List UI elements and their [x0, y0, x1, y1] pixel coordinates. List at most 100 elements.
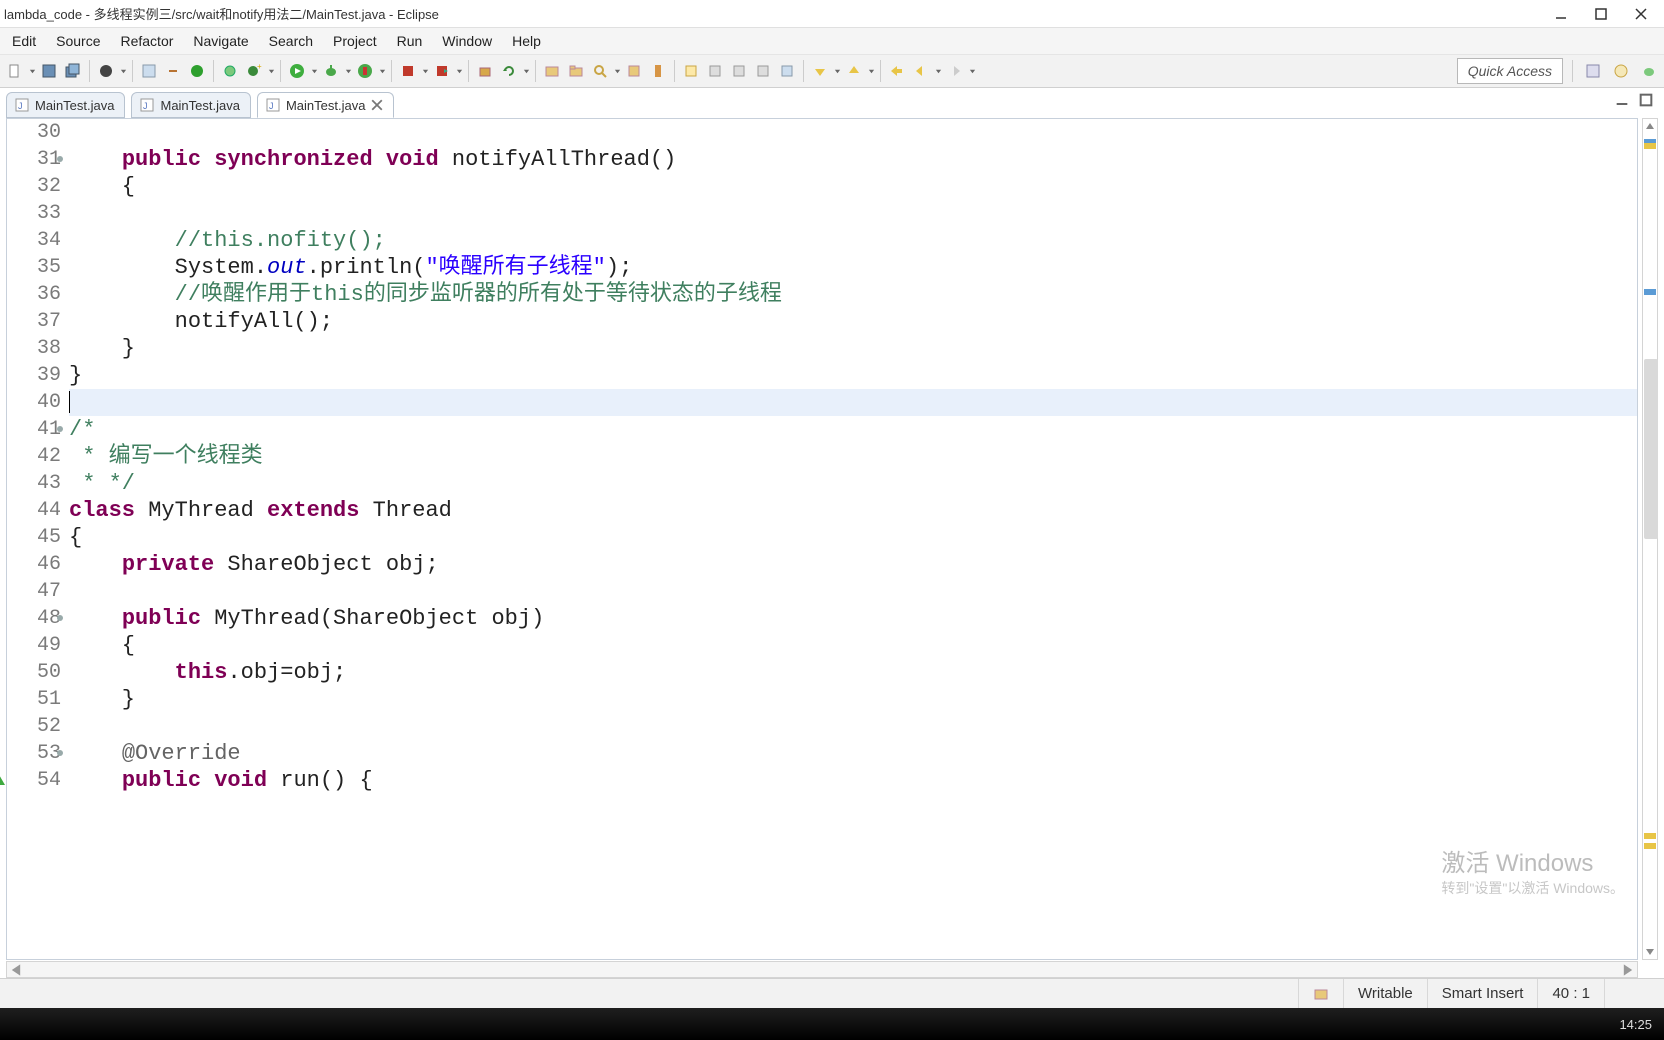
link-icon[interactable] [162, 60, 184, 82]
dropdown-icon[interactable] [28, 68, 36, 75]
forward-icon[interactable] [944, 60, 966, 82]
build-icon[interactable] [95, 60, 117, 82]
new-class-icon[interactable]: + [243, 60, 265, 82]
toolbar-separator [1572, 60, 1573, 82]
dropdown-icon[interactable] [934, 68, 942, 75]
external-tools-icon[interactable] [354, 60, 376, 82]
coverage-icon[interactable] [186, 60, 208, 82]
tab-label: MainTest.java [160, 98, 239, 113]
marker-icon [1644, 833, 1656, 839]
outline-icon[interactable] [752, 60, 774, 82]
dropdown-icon[interactable] [833, 68, 841, 75]
menu-search[interactable]: Search [259, 28, 323, 54]
toggle-mark-icon[interactable] [680, 60, 702, 82]
format-icon[interactable] [728, 60, 750, 82]
bookmark-icon[interactable] [647, 60, 669, 82]
dropdown-icon[interactable] [455, 68, 463, 75]
menu-edit[interactable]: Edit [2, 28, 46, 54]
block-icon[interactable] [776, 60, 798, 82]
taskbar[interactable]: 14:25 [0, 1008, 1664, 1040]
toolbar: + Quick Access [0, 54, 1664, 88]
dropdown-icon[interactable] [867, 68, 875, 75]
search-icon[interactable] [589, 60, 611, 82]
editor-tab[interactable]: J MainTest.java [131, 92, 250, 118]
horizontal-scrollbar[interactable] [6, 961, 1638, 978]
relaunch-icon[interactable] [431, 60, 453, 82]
save-icon[interactable] [38, 60, 60, 82]
toolbar-separator [535, 60, 536, 82]
quick-access-input[interactable]: Quick Access [1457, 58, 1563, 84]
status-bar: Writable Smart Insert 40 : 1 [0, 978, 1664, 1008]
marker-icon [1644, 143, 1656, 149]
menu-navigate[interactable]: Navigate [183, 28, 258, 54]
overview-ruler[interactable] [1642, 118, 1658, 960]
scroll-down-icon[interactable] [1645, 947, 1655, 957]
open-type-icon[interactable] [541, 60, 563, 82]
open-perspective-icon[interactable] [1582, 60, 1604, 82]
refresh-icon[interactable] [498, 60, 520, 82]
dropdown-icon[interactable] [119, 68, 127, 75]
menu-project[interactable]: Project [323, 28, 387, 54]
dropdown-icon[interactable] [378, 68, 386, 75]
folder-icon[interactable] [565, 60, 587, 82]
svg-text:J: J [269, 101, 274, 111]
minimize-button[interactable] [1550, 3, 1572, 25]
menu-run[interactable]: Run [387, 28, 433, 54]
java-file-icon: J [140, 98, 154, 112]
svg-text:J: J [143, 101, 148, 111]
editor-controls [1614, 92, 1654, 108]
code-body[interactable]: public synchronized void notifyAllThread… [65, 119, 1637, 794]
menu-bar: Edit Source Refactor Navigate Search Pro… [0, 28, 1664, 54]
toolbar-separator [880, 60, 881, 82]
stop-icon[interactable] [397, 60, 419, 82]
editor-tab-active[interactable]: J MainTest.java [257, 92, 394, 118]
debug-run-icon[interactable] [320, 60, 342, 82]
run-icon[interactable] [286, 60, 308, 82]
back-icon[interactable] [910, 60, 932, 82]
dropdown-icon[interactable] [968, 68, 976, 75]
debug-icon[interactable] [219, 60, 241, 82]
dropdown-icon[interactable] [613, 68, 621, 75]
new-icon[interactable] [4, 60, 26, 82]
dropdown-icon[interactable] [267, 68, 275, 75]
maximize-button[interactable] [1590, 3, 1612, 25]
close-icon[interactable] [371, 99, 383, 111]
debug-perspective-icon[interactable] [1638, 60, 1660, 82]
toggle-comment-icon[interactable] [704, 60, 726, 82]
window-controls [1550, 3, 1652, 25]
last-edit-icon[interactable] [886, 60, 908, 82]
dropdown-icon[interactable] [344, 68, 352, 75]
toolbar-separator [213, 60, 214, 82]
scroll-right-icon[interactable] [1621, 963, 1635, 977]
editor-tab[interactable]: J MainTest.java [6, 92, 125, 118]
dropdown-icon[interactable] [522, 68, 530, 75]
marker-icon [1644, 843, 1656, 849]
toolbar-separator [803, 60, 804, 82]
status-spacer [1604, 979, 1664, 1008]
editor-area: J MainTest.java J MainTest.java J MainTe… [0, 88, 1664, 978]
scrollbar-thumb[interactable] [1644, 359, 1658, 539]
marker-icon [1644, 289, 1656, 295]
java-perspective-icon[interactable] [1610, 60, 1632, 82]
save-all-icon[interactable] [62, 60, 84, 82]
close-button[interactable] [1630, 3, 1652, 25]
dropdown-icon[interactable] [310, 68, 318, 75]
status-writable: Writable [1343, 979, 1427, 1008]
menu-source[interactable]: Source [46, 28, 110, 54]
new-package-icon[interactable] [474, 60, 496, 82]
scroll-left-icon[interactable] [9, 963, 23, 977]
skip-breakpoints-icon[interactable] [138, 60, 160, 82]
prev-annotation-icon[interactable] [843, 60, 865, 82]
taskbar-time: 14:25 [1619, 1017, 1652, 1032]
task-icon[interactable] [623, 60, 645, 82]
code-editor[interactable]: 3031323334353637383940414243444546474849… [6, 118, 1638, 960]
maximize-view-icon[interactable] [1638, 92, 1654, 108]
minimize-view-icon[interactable] [1614, 92, 1630, 108]
menu-window[interactable]: Window [432, 28, 502, 54]
menu-refactor[interactable]: Refactor [110, 28, 183, 54]
next-annotation-icon[interactable] [809, 60, 831, 82]
dropdown-icon[interactable] [421, 68, 429, 75]
menu-help[interactable]: Help [502, 28, 551, 54]
status-icon [1298, 979, 1343, 1008]
scroll-up-icon[interactable] [1645, 121, 1655, 131]
